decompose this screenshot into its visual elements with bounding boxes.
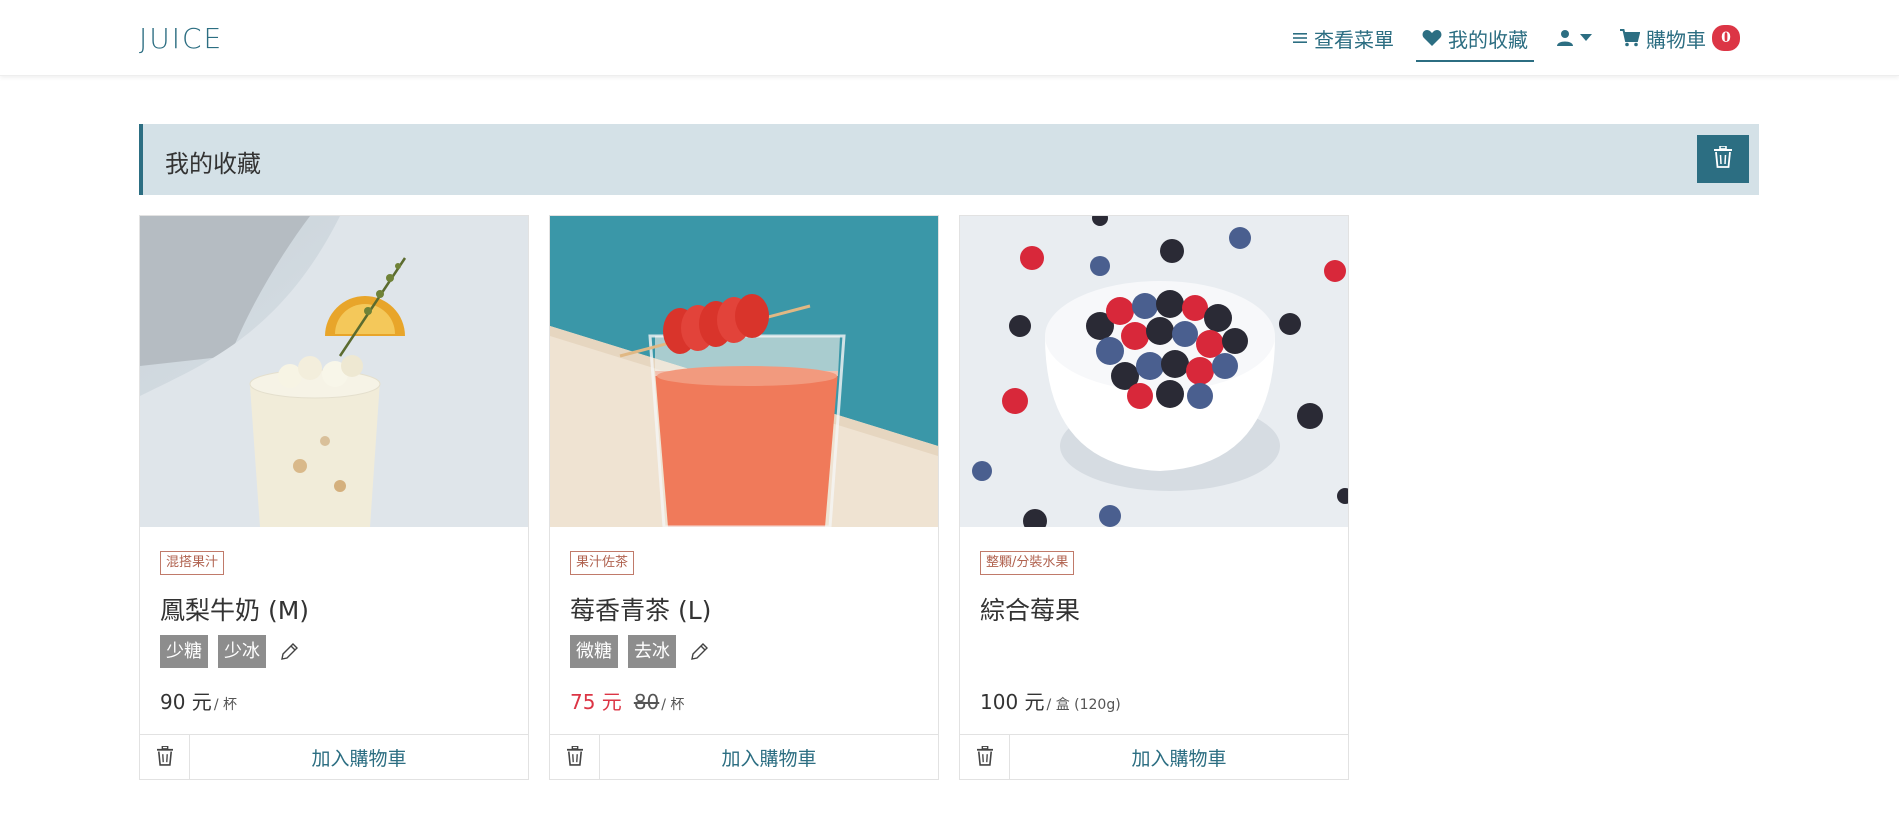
nav-favorites-link[interactable]: 我的收藏 bbox=[1408, 0, 1542, 76]
add-to-cart-button[interactable]: 加入購物車 bbox=[190, 735, 528, 780]
category-tag: 果汁佐茶 bbox=[570, 551, 635, 575]
navbar: JUICE 查看菜單 我的收藏 購物車 0 bbox=[0, 0, 1899, 76]
product-name[interactable]: 莓香青茶 (L) bbox=[570, 591, 711, 627]
price-unit: / 杯 bbox=[213, 697, 237, 713]
product-card: 混搭果汁 鳳梨牛奶 (M) 少糖 少冰 90 元 / 杯 加入購物車 bbox=[139, 215, 529, 780]
heart-icon bbox=[1422, 29, 1442, 47]
product-card: 果汁佐茶 莓香青茶 (L) 微糖 去冰 75 元 80 / 杯 加入購物車 bbox=[549, 215, 939, 780]
original-price: 80 bbox=[633, 690, 660, 714]
category-tag: 混搭果汁 bbox=[160, 551, 225, 575]
user-icon bbox=[1556, 29, 1574, 47]
nav-menu-label: 查看菜單 bbox=[1314, 27, 1394, 52]
trash-icon bbox=[1714, 145, 1732, 172]
clear-favorites-button[interactable] bbox=[1697, 135, 1749, 183]
nav-favorites-label: 我的收藏 bbox=[1448, 27, 1528, 52]
product-price: 90 元 / 杯 bbox=[160, 686, 237, 715]
product-price: 100 元 / 盒 (120g) bbox=[980, 686, 1121, 715]
product-options: 微糖 去冰 bbox=[570, 635, 712, 668]
option-sugar: 少糖 bbox=[160, 635, 208, 668]
product-image-berry-tea[interactable] bbox=[550, 216, 938, 527]
option-sugar: 微糖 bbox=[570, 635, 618, 668]
category-tag: 整顆/分裝水果 bbox=[980, 551, 1075, 575]
pencil-icon[interactable] bbox=[686, 639, 712, 665]
favorites-header: 我的收藏 bbox=[139, 124, 1759, 195]
product-card: 整顆/分裝水果 綜合莓果 100 元 / 盒 (120g) 加入購物車 bbox=[959, 215, 1349, 780]
page-title: 我的收藏 bbox=[165, 150, 261, 178]
option-ice: 去冰 bbox=[628, 635, 676, 668]
user-dropdown[interactable] bbox=[1542, 0, 1606, 76]
product-image-mixed-berries[interactable] bbox=[960, 216, 1348, 527]
nav-menu-link[interactable]: 查看菜單 bbox=[1278, 0, 1408, 76]
product-price: 75 元 80 / 杯 bbox=[570, 686, 684, 715]
caret-down-icon bbox=[1580, 34, 1592, 42]
price-value: 100 元 bbox=[980, 690, 1045, 714]
price-unit: / 盒 (120g) bbox=[1046, 697, 1121, 713]
product-options: 少糖 少冰 bbox=[160, 635, 302, 668]
add-to-cart-button[interactable]: 加入購物車 bbox=[1010, 735, 1348, 780]
card-actions: 加入購物車 bbox=[960, 734, 1348, 780]
nav-cart-link[interactable]: 購物車 0 bbox=[1606, 0, 1754, 76]
product-image-pineapple-milk[interactable] bbox=[140, 216, 528, 527]
cart-count-badge: 0 bbox=[1712, 25, 1740, 51]
remove-favorite-button[interactable] bbox=[140, 735, 190, 780]
trash-icon bbox=[976, 745, 993, 770]
option-ice: 少冰 bbox=[218, 635, 266, 668]
nav-links: 查看菜單 我的收藏 購物車 0 bbox=[1278, 0, 1754, 76]
trash-icon bbox=[566, 745, 583, 770]
product-name[interactable]: 綜合莓果 bbox=[980, 591, 1080, 627]
sale-price: 75 元 bbox=[570, 690, 622, 714]
nav-cart-label: 購物車 bbox=[1646, 27, 1706, 52]
product-name[interactable]: 鳳梨牛奶 (M) bbox=[160, 591, 309, 627]
pencil-icon[interactable] bbox=[276, 639, 302, 665]
card-actions: 加入購物車 bbox=[550, 734, 938, 780]
remove-favorite-button[interactable] bbox=[960, 735, 1010, 780]
remove-favorite-button[interactable] bbox=[550, 735, 600, 780]
menu-icon bbox=[1292, 30, 1308, 46]
logo[interactable]: JUICE bbox=[139, 22, 223, 55]
price-value: 90 元 bbox=[160, 690, 212, 714]
card-actions: 加入購物車 bbox=[140, 734, 528, 780]
trash-icon bbox=[156, 745, 173, 770]
cart-icon bbox=[1620, 29, 1640, 47]
price-unit: / 杯 bbox=[661, 697, 685, 713]
add-to-cart-button[interactable]: 加入購物車 bbox=[600, 735, 938, 780]
